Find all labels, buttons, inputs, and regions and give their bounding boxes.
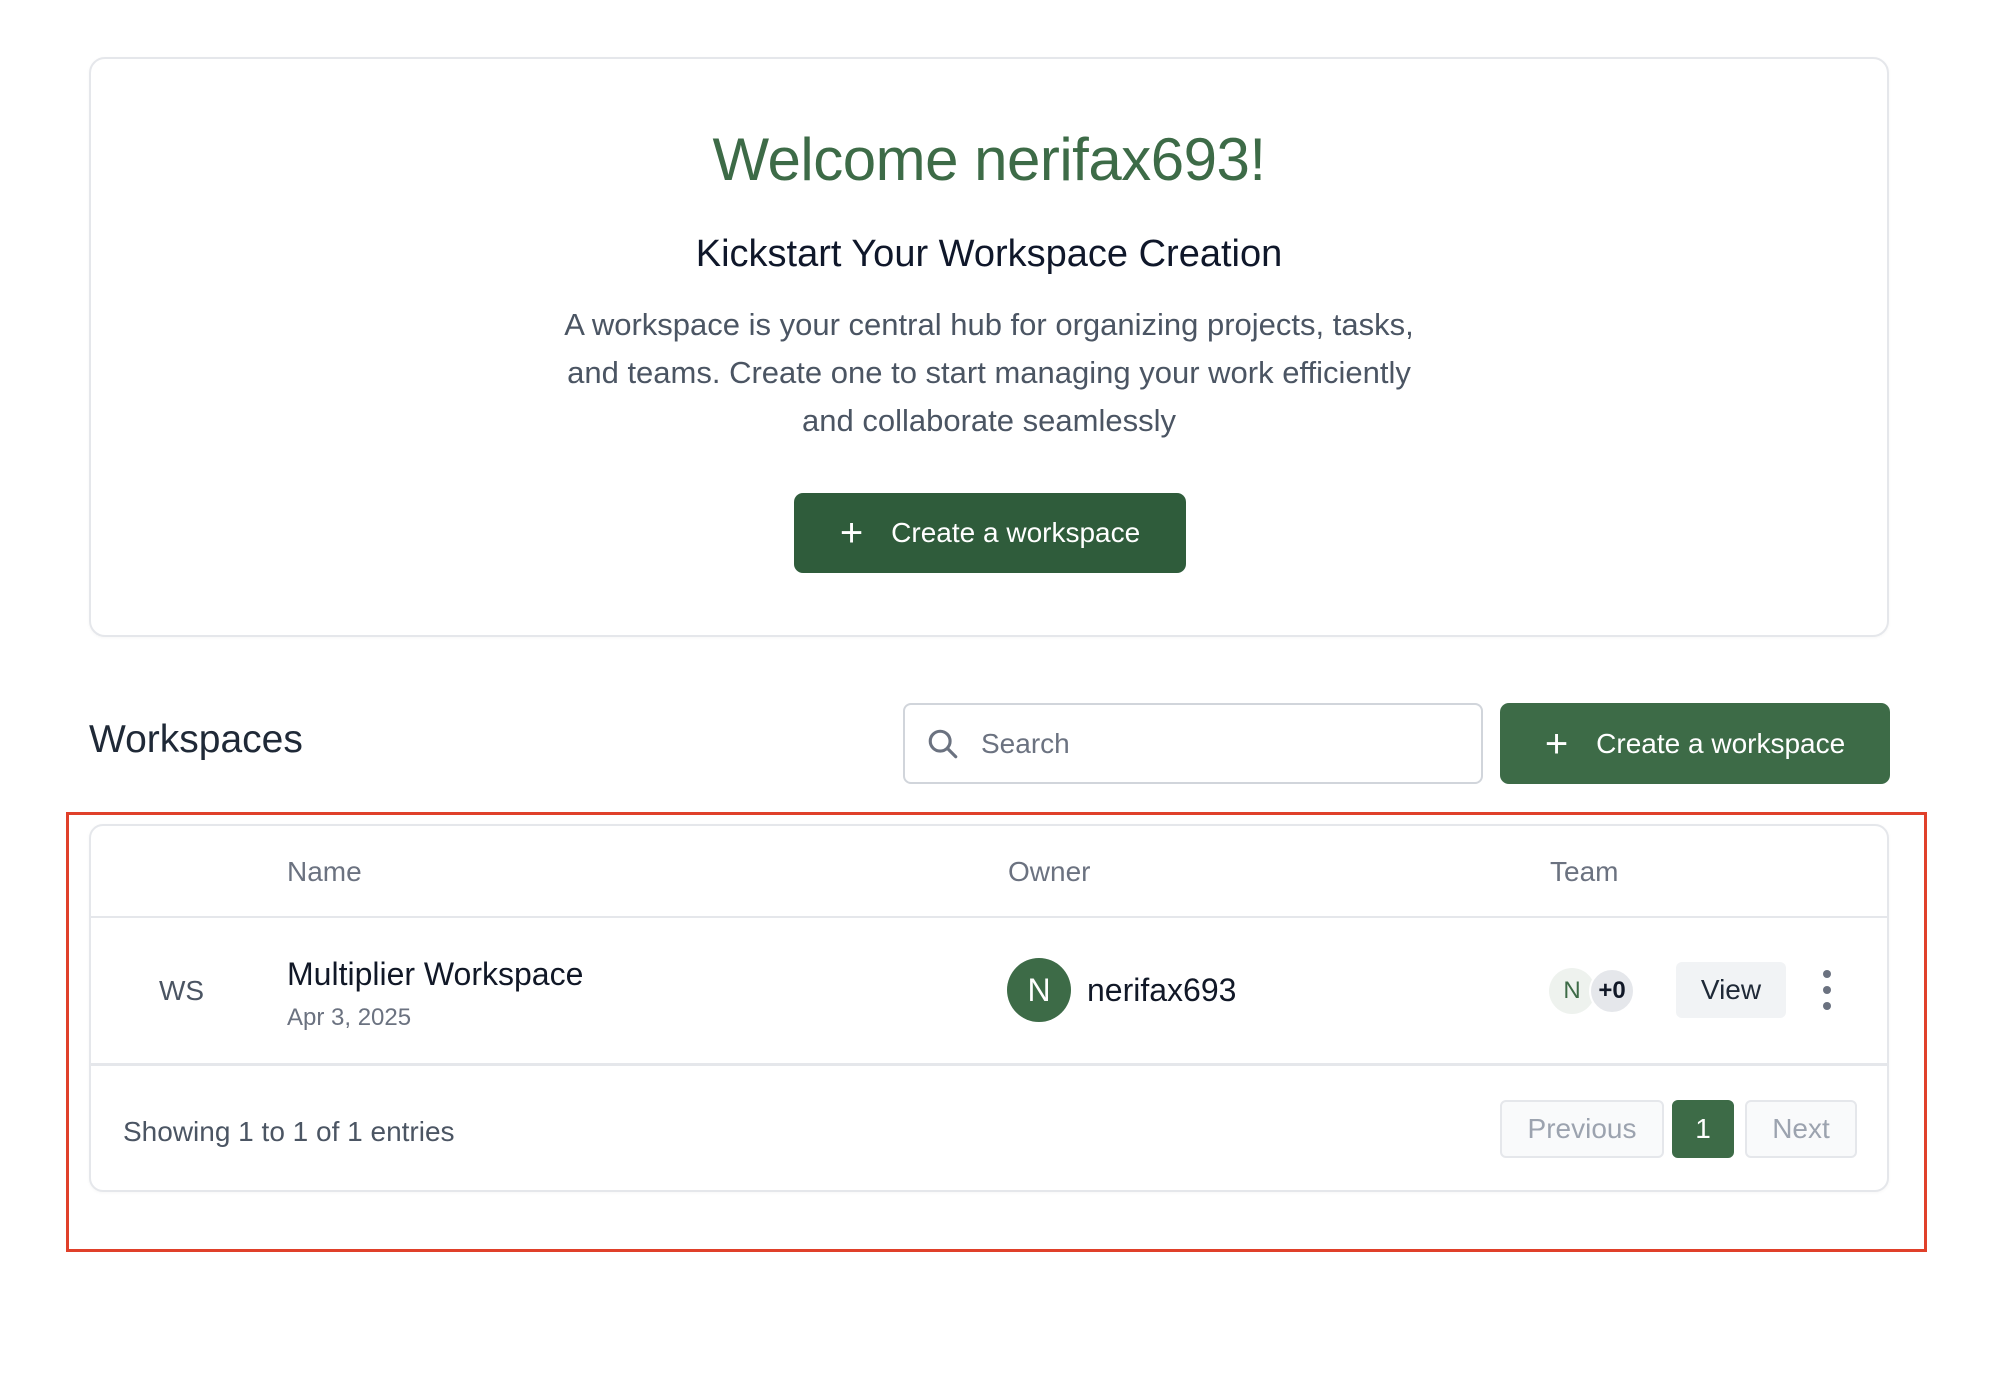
workspaces-table: Name Owner Team WS Multiplier Workspace … <box>89 824 1889 1192</box>
table-row[interactable]: WS Multiplier Workspace Apr 3, 2025 N ne… <box>91 918 1887 1066</box>
team-more-badge: +0 <box>1589 968 1635 1014</box>
plus-icon: + <box>839 511 864 555</box>
view-button[interactable]: View <box>1676 962 1786 1018</box>
welcome-card: Welcome nerifax693! Kickstart Your Works… <box>89 57 1889 637</box>
workspaces-title: Workspaces <box>89 718 303 761</box>
table-header: Name Owner Team <box>91 826 1887 918</box>
column-header-name: Name <box>287 856 362 887</box>
page-1-button[interactable]: 1 <box>1672 1100 1734 1158</box>
create-workspace-hero-button[interactable]: + Create a workspace <box>794 493 1186 573</box>
previous-page-button[interactable]: Previous <box>1500 1100 1664 1158</box>
workspace-name[interactable]: Multiplier Workspace <box>287 956 583 993</box>
welcome-title: Welcome nerifax693! <box>712 126 1267 193</box>
search-input[interactable] <box>981 727 1461 760</box>
create-workspace-button[interactable]: + Create a workspace <box>1500 703 1890 784</box>
create-workspace-label: Create a workspace <box>891 517 1141 548</box>
search-icon <box>923 724 963 764</box>
welcome-description: A workspace is your central hub for orga… <box>564 307 1414 438</box>
create-workspace-label: Create a workspace <box>1596 727 1846 759</box>
owner-name: nerifax693 <box>1087 972 1237 1008</box>
column-header-team: Team <box>1550 856 1619 887</box>
next-page-button[interactable]: Next <box>1745 1100 1857 1158</box>
entries-info: Showing 1 to 1 of 1 entries <box>123 1116 455 1147</box>
kebab-menu-icon[interactable] <box>1815 964 1839 1016</box>
owner-avatar: N <box>1007 958 1071 1022</box>
workspace-code: WS <box>159 975 205 1006</box>
search-box[interactable] <box>903 703 1483 784</box>
plus-icon: + <box>1544 721 1569 766</box>
column-header-owner: Owner <box>1008 856 1091 887</box>
welcome-subtitle: Kickstart Your Workspace Creation <box>695 233 1283 275</box>
workspace-date: Apr 3, 2025 <box>287 1004 412 1031</box>
